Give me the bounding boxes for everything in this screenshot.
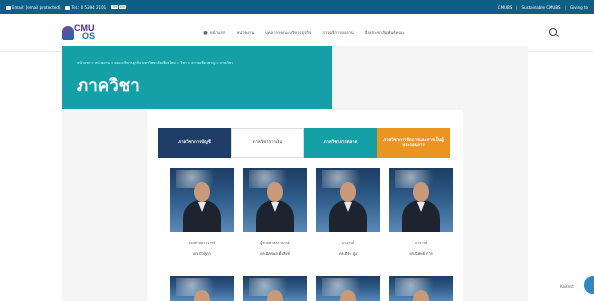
tab-accounting[interactable]: ภาควิชาการบัญชี — [158, 128, 231, 158]
lang-en[interactable]: EN — [118, 5, 126, 9]
site-logo[interactable]: CMU OS — [62, 22, 98, 46]
person-photo[interactable] — [170, 276, 234, 301]
person-role: อาจารย์ — [414, 241, 428, 245]
person-photo[interactable] — [243, 276, 307, 301]
top-link-sustainable[interactable]: Sustainable CMUBS — [522, 5, 561, 10]
person-photo[interactable] — [389, 276, 453, 301]
person-photo[interactable] — [243, 168, 307, 232]
language-switcher[interactable]: TH EN — [111, 5, 126, 9]
tab-management[interactable]: ภาควิชาการจัดการและการเป็นผู้ประกอบการ — [377, 128, 450, 158]
menu-item-home[interactable]: หน้าแรก — [203, 29, 225, 36]
menu-item-units[interactable]: หน่วยงาน — [236, 29, 254, 36]
logo-text: CMU OS — [74, 23, 96, 41]
divider: | — [516, 4, 518, 10]
person-name[interactable]: ดร.อัครพล ตั้งสิงห์ — [243, 251, 307, 257]
chat-button[interactable] — [584, 276, 594, 294]
home-icon — [203, 30, 208, 35]
mail-icon — [6, 5, 11, 10]
person-name[interactable]: ดร.พีระ สูง — [316, 251, 380, 257]
page-title: ภาควิชา — [77, 76, 140, 96]
main-menu: หน้าแรก หน่วยงาน บุคลากรคณะบริหารธุรกิจ … — [203, 29, 405, 36]
top-bar: Email: [email protected] Tel.: 0 5394 21… — [0, 0, 594, 14]
top-link-cmubs[interactable]: CMUBS — [498, 5, 512, 10]
email-link[interactable]: Email: [email protected] — [6, 5, 60, 10]
menu-item-staff[interactable]: บุคลากรคณะบริหารธุรกิจ — [265, 29, 311, 36]
tab-finance[interactable]: ภาควิชาการเงิน — [231, 128, 304, 158]
search-icon[interactable] — [549, 28, 557, 36]
menu-item-services[interactable]: การบริการผลงาน — [322, 29, 353, 36]
person-role: รองศาสตราจารย์ — [188, 241, 216, 245]
contact-info: Email: [email protected] Tel.: 0 5394 21… — [6, 0, 126, 14]
person-photo[interactable] — [316, 276, 380, 301]
page-hero: หน้าแรก » หน่วยงาน » คณะบริหารธุรกิจ มหา… — [62, 46, 332, 109]
person-name[interactable]: ดร.บัวสุภา — [170, 251, 234, 257]
tab-marketing[interactable]: ภาควิชาการตลาด — [304, 128, 377, 158]
person-photo[interactable] — [389, 168, 453, 232]
menu-item-pr[interactable]: สื่อประชาสัมพันธ์คณะ — [365, 29, 405, 36]
chat-label: Kaitest — [560, 284, 574, 289]
breadcrumb[interactable]: หน้าแรก » หน่วยงาน » คณะบริหารธุรกิจ มหา… — [77, 60, 233, 66]
top-links: CMUBS | Sustainable CMUBS | Giving to — [498, 0, 588, 14]
person-role: อาจารย์ — [341, 241, 355, 245]
logo-mark-icon — [62, 26, 74, 40]
phone-icon — [65, 5, 71, 10]
phone-link[interactable]: Tel.: 0 5394 2101 — [65, 5, 106, 10]
divider: | — [564, 4, 566, 10]
department-tabs: ภาควิชาการบัญชี ภาควิชาการเงิน ภาควิชากา… — [158, 128, 450, 158]
lang-th[interactable]: TH — [111, 5, 118, 9]
person-photo[interactable] — [316, 168, 380, 232]
person-role: ผู้ช่วยศาสตราจารย์ — [260, 241, 290, 245]
top-link-giving[interactable]: Giving to — [570, 5, 588, 10]
person-photo[interactable] — [170, 168, 234, 232]
person-name[interactable]: ดร.นิพัทธ์ การ — [389, 251, 453, 257]
